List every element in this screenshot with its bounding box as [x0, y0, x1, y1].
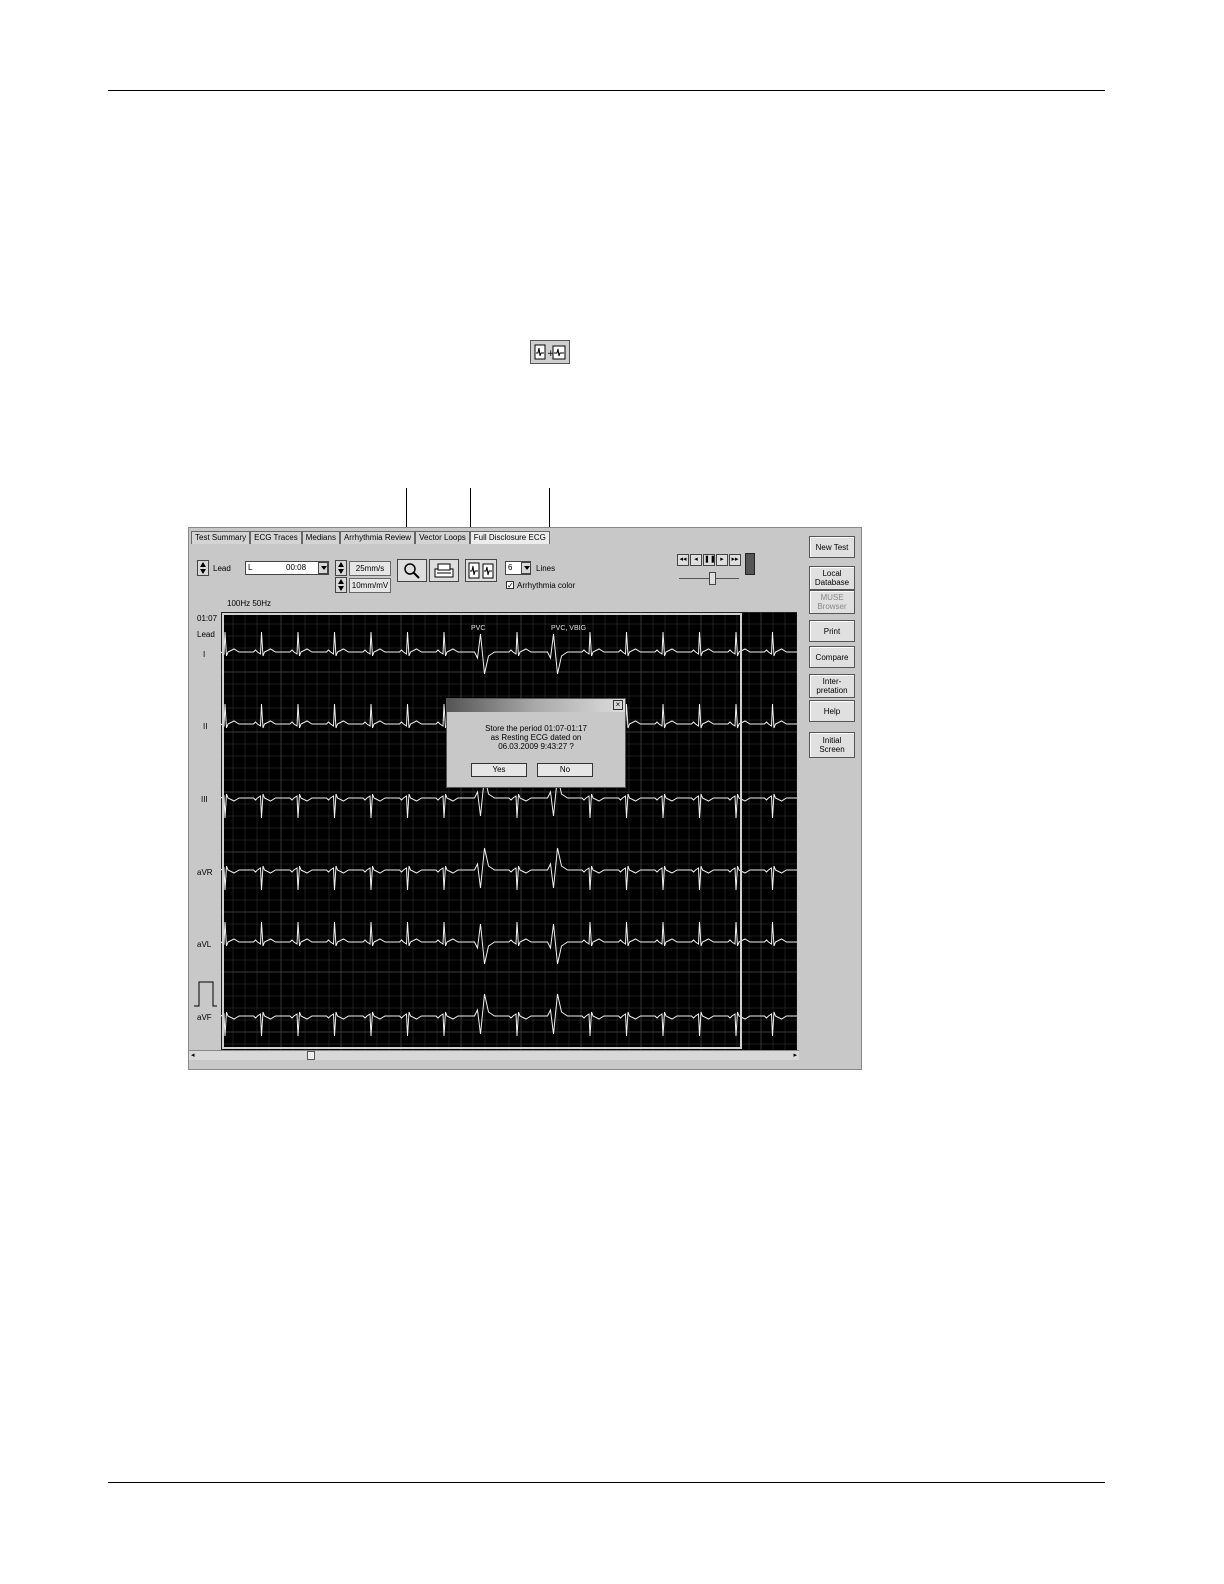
lead-dropdown-arrow[interactable]	[318, 562, 328, 574]
gain-spinner[interactable]	[335, 577, 347, 593]
magnifier-icon	[404, 563, 420, 579]
lead-label-iii: III	[201, 795, 208, 804]
muse-browser-button[interactable]: MUSE Browser	[809, 590, 855, 614]
store-resting-ecg-button[interactable]	[465, 559, 497, 582]
arrhythmia-annotation: PVC, VBIG	[551, 625, 586, 632]
time-value: 00:08	[286, 563, 307, 572]
interpretation-button[interactable]: Inter- pretation	[809, 674, 855, 698]
lines-label: Lines	[536, 564, 556, 573]
horizontal-scrollbar[interactable]: ◂ ▸	[189, 1050, 799, 1060]
dialog-message: Store the period 01:07-01:17 as Resting …	[447, 724, 625, 751]
step-back-button[interactable]: ◂	[690, 554, 702, 566]
store-period-dialog: × Store the period 01:07-01:17 as Restin…	[446, 698, 626, 788]
speed-spinner[interactable]	[335, 560, 347, 576]
ecg-waveform-canvas: PVC PVC, VBIG	[221, 612, 797, 1050]
lead-label-avr: aVR	[197, 868, 213, 877]
dialog-yes-button[interactable]: Yes	[471, 763, 527, 777]
top-rule	[108, 90, 1105, 91]
slider-thumb[interactable]	[709, 572, 716, 585]
playback-speed-slider[interactable]	[679, 570, 739, 585]
tab-arrhythmia-review[interactable]: Arrhythmia Review	[339, 531, 416, 544]
calibration-pulse-icon	[194, 981, 217, 1007]
scroll-thumb[interactable]	[307, 1051, 315, 1060]
lines-dropdown-arrow[interactable]	[521, 562, 531, 574]
filter-info: 100Hz 50Hz	[227, 599, 272, 608]
gain-button[interactable]: 10mm/mV	[349, 578, 391, 593]
tab-medians[interactable]: Medians	[301, 531, 340, 544]
store-ecg-icon	[468, 562, 494, 579]
dialog-close-button[interactable]: ×	[613, 700, 623, 710]
arrhythmia-annotation: PVC	[471, 625, 485, 632]
lead-select[interactable]: L 00:08	[245, 561, 329, 575]
scroll-right-arrow[interactable]: ▸	[793, 1051, 797, 1059]
new-test-button[interactable]: New Test	[809, 536, 855, 558]
local-database-button[interactable]: Local Database	[809, 566, 855, 590]
time-position: 01:07	[197, 614, 218, 623]
dialog-line-2: as Resting ECG dated on	[490, 733, 582, 742]
tab-vector-loops[interactable]: Vector Loops	[415, 531, 470, 544]
arrhythmia-color-checkbox[interactable]: ✓	[506, 581, 514, 590]
tab-ecg-traces[interactable]: ECG Traces	[250, 531, 302, 544]
pause-button[interactable]: ❚❚	[703, 554, 716, 566]
lead-select-value: L	[248, 563, 253, 572]
ecg-trace-area[interactable]: PVC PVC, VBIG	[221, 612, 797, 1050]
initial-screen-button[interactable]: Initial Screen	[809, 732, 855, 758]
tab-bar: Test Summary ECG Traces Medians Arrhythm…	[191, 531, 550, 545]
dialog-title-bar: ×	[447, 699, 625, 712]
zoom-button[interactable]	[397, 559, 427, 582]
lead-label-i: I	[203, 650, 206, 659]
playback-indicator-icon	[745, 553, 755, 575]
ecg-application-window: Test Summary ECG Traces Medians Arrhythm…	[188, 527, 862, 1070]
bottom-rule	[108, 1482, 1105, 1483]
store-ecg-icon: +	[530, 340, 570, 364]
help-button[interactable]: Help	[809, 700, 855, 722]
lead-label-avl: aVL	[197, 940, 212, 949]
lead-spinner[interactable]	[197, 560, 209, 576]
speed-button[interactable]: 25mm/s	[349, 561, 391, 576]
dialog-line-3: 06.03.2009 9:43:27 ?	[498, 742, 574, 751]
lead-label-avf: aVF	[197, 1013, 212, 1022]
playback-controls: ◂◂ ◂ ❚❚ ▸ ▸▸	[677, 554, 741, 566]
tab-test-summary[interactable]: Test Summary	[191, 531, 251, 544]
lead-label: Lead	[213, 564, 231, 573]
step-forward-button[interactable]: ▸	[716, 554, 728, 566]
dialog-no-button[interactable]: No	[537, 763, 593, 777]
selection-window[interactable]	[222, 613, 742, 1049]
rewind-fast-button[interactable]: ◂◂	[677, 554, 689, 566]
print-trace-button[interactable]	[429, 559, 459, 582]
printer-icon	[434, 563, 454, 578]
print-button[interactable]: Print	[809, 620, 855, 642]
compare-button[interactable]: Compare	[809, 646, 855, 668]
lead-label-ii: II	[203, 722, 208, 731]
tab-full-disclosure-ecg[interactable]: Full Disclosure ECG	[469, 531, 550, 544]
lead-column-header: Lead	[197, 630, 215, 639]
dialog-line-1: Store the period 01:07-01:17	[485, 724, 587, 733]
arrhythmia-color-label: Arrhythmia color	[517, 581, 576, 590]
scroll-left-arrow[interactable]: ◂	[191, 1051, 195, 1059]
forward-fast-button[interactable]: ▸▸	[729, 554, 741, 566]
